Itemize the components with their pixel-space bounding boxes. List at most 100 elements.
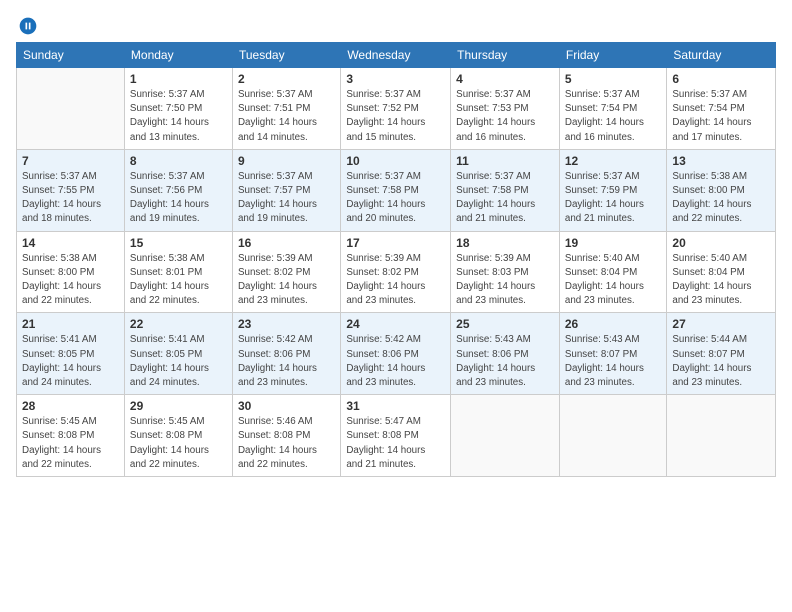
- day-number: 25: [456, 317, 554, 331]
- day-info: Sunrise: 5:45 AMSunset: 8:08 PMDaylight:…: [130, 415, 227, 472]
- calendar-week-row: 7 Sunrise: 5:37 AMSunset: 7:55 PMDaylight…: [17, 149, 776, 231]
- day-info: Sunrise: 5:38 AMSunset: 8:00 PMDaylight:…: [22, 252, 119, 309]
- col-header-thursday: Thursday: [451, 43, 560, 68]
- calendar-cell: 4 Sunrise: 5:37 AMSunset: 7:53 PMDaylight…: [451, 68, 560, 150]
- day-info: Sunrise: 5:37 AMSunset: 7:50 PMDaylight:…: [130, 88, 227, 145]
- day-number: 24: [346, 317, 445, 331]
- calendar-cell: 17 Sunrise: 5:39 AMSunset: 8:02 PMDayligh…: [341, 231, 451, 313]
- day-number: 6: [672, 72, 770, 86]
- day-number: 19: [565, 236, 662, 250]
- day-info: Sunrise: 5:40 AMSunset: 8:04 PMDaylight:…: [672, 252, 770, 309]
- calendar-cell: 30 Sunrise: 5:46 AMSunset: 8:08 PMDayligh…: [232, 395, 340, 477]
- day-info: Sunrise: 5:37 AMSunset: 7:58 PMDaylight:…: [456, 170, 554, 227]
- day-info: Sunrise: 5:43 AMSunset: 8:06 PMDaylight:…: [456, 333, 554, 390]
- day-info: Sunrise: 5:37 AMSunset: 7:53 PMDaylight:…: [456, 88, 554, 145]
- logo: [16, 16, 38, 36]
- day-info: Sunrise: 5:37 AMSunset: 7:58 PMDaylight:…: [346, 170, 445, 227]
- day-number: 31: [346, 399, 445, 413]
- day-info: Sunrise: 5:39 AMSunset: 8:02 PMDaylight:…: [346, 252, 445, 309]
- col-header-saturday: Saturday: [667, 43, 776, 68]
- calendar-cell: 23 Sunrise: 5:42 AMSunset: 8:06 PMDayligh…: [232, 313, 340, 395]
- day-info: Sunrise: 5:42 AMSunset: 8:06 PMDaylight:…: [346, 333, 445, 390]
- day-number: 8: [130, 154, 227, 168]
- day-number: 22: [130, 317, 227, 331]
- day-number: 9: [238, 154, 335, 168]
- calendar-cell: 12 Sunrise: 5:37 AMSunset: 7:59 PMDayligh…: [559, 149, 667, 231]
- day-info: Sunrise: 5:41 AMSunset: 8:05 PMDaylight:…: [130, 333, 227, 390]
- day-number: 28: [22, 399, 119, 413]
- calendar-cell: 15 Sunrise: 5:38 AMSunset: 8:01 PMDayligh…: [124, 231, 232, 313]
- day-info: Sunrise: 5:37 AMSunset: 7:51 PMDaylight:…: [238, 88, 335, 145]
- calendar-cell: 25 Sunrise: 5:43 AMSunset: 8:06 PMDayligh…: [451, 313, 560, 395]
- calendar-cell: 8Sunrise: 5:37 AMSunset: 7:56 PMDaylight…: [124, 149, 232, 231]
- calendar-cell: [451, 395, 560, 477]
- calendar-cell: 31Sunrise: 5:47 AMSunset: 8:08 PMDayligh…: [341, 395, 451, 477]
- day-number: 10: [346, 154, 445, 168]
- day-number: 20: [672, 236, 770, 250]
- day-number: 17: [346, 236, 445, 250]
- calendar-cell: 9 Sunrise: 5:37 AMSunset: 7:57 PMDaylight…: [232, 149, 340, 231]
- day-info: Sunrise: 5:46 AMSunset: 8:08 PMDaylight:…: [238, 415, 335, 472]
- calendar-cell: 24 Sunrise: 5:42 AMSunset: 8:06 PMDayligh…: [341, 313, 451, 395]
- day-number: 29: [130, 399, 227, 413]
- calendar-cell: 3 Sunrise: 5:37 AMSunset: 7:52 PMDaylight…: [341, 68, 451, 150]
- day-number: 3: [346, 72, 445, 86]
- calendar-cell: 10 Sunrise: 5:37 AMSunset: 7:58 PMDayligh…: [341, 149, 451, 231]
- header: [16, 12, 776, 36]
- calendar-week-row: 14 Sunrise: 5:38 AMSunset: 8:00 PMDayligh…: [17, 231, 776, 313]
- calendar-cell: 16 Sunrise: 5:39 AMSunset: 8:02 PMDayligh…: [232, 231, 340, 313]
- calendar-cell: [17, 68, 125, 150]
- logo-text: [16, 16, 38, 36]
- calendar-cell: 13Sunrise: 5:38 AMSunset: 8:00 PMDayligh…: [667, 149, 776, 231]
- logo-icon: [18, 16, 38, 36]
- calendar-cell: 27 Sunrise: 5:44 AMSunset: 8:07 PMDayligh…: [667, 313, 776, 395]
- day-number: 5: [565, 72, 662, 86]
- day-number: 30: [238, 399, 335, 413]
- col-header-wednesday: Wednesday: [341, 43, 451, 68]
- calendar-cell: 2 Sunrise: 5:37 AMSunset: 7:51 PMDaylight…: [232, 68, 340, 150]
- day-number: 2: [238, 72, 335, 86]
- day-info: Sunrise: 5:41 AMSunset: 8:05 PMDaylight:…: [22, 333, 119, 390]
- day-info: Sunrise: 5:37 AMSunset: 7:59 PMDaylight:…: [565, 170, 662, 227]
- calendar-cell: 22 Sunrise: 5:41 AMSunset: 8:05 PMDayligh…: [124, 313, 232, 395]
- calendar-week-row: 28 Sunrise: 5:45 AMSunset: 8:08 PMDayligh…: [17, 395, 776, 477]
- col-header-sunday: Sunday: [17, 43, 125, 68]
- day-info: Sunrise: 5:37 AMSunset: 7:54 PMDaylight:…: [672, 88, 770, 145]
- calendar-header-row: SundayMondayTuesdayWednesdayThursdayFrid…: [17, 43, 776, 68]
- day-number: 13: [672, 154, 770, 168]
- day-info: Sunrise: 5:37 AMSunset: 7:54 PMDaylight:…: [565, 88, 662, 145]
- day-number: 16: [238, 236, 335, 250]
- page-container: SundayMondayTuesdayWednesdayThursdayFrid…: [0, 0, 792, 485]
- calendar-week-row: 1 Sunrise: 5:37 AMSunset: 7:50 PMDaylight…: [17, 68, 776, 150]
- day-number: 14: [22, 236, 119, 250]
- day-info: Sunrise: 5:38 AMSunset: 8:01 PMDaylight:…: [130, 252, 227, 309]
- day-info: Sunrise: 5:44 AMSunset: 8:07 PMDaylight:…: [672, 333, 770, 390]
- calendar-cell: 20 Sunrise: 5:40 AMSunset: 8:04 PMDayligh…: [667, 231, 776, 313]
- day-info: Sunrise: 5:42 AMSunset: 8:06 PMDaylight:…: [238, 333, 335, 390]
- day-number: 7: [22, 154, 119, 168]
- calendar-cell: 18Sunrise: 5:39 AMSunset: 8:03 PMDayligh…: [451, 231, 560, 313]
- day-number: 1: [130, 72, 227, 86]
- day-number: 4: [456, 72, 554, 86]
- calendar-cell: 21 Sunrise: 5:41 AMSunset: 8:05 PMDayligh…: [17, 313, 125, 395]
- col-header-friday: Friday: [559, 43, 667, 68]
- day-number: 21: [22, 317, 119, 331]
- day-info: Sunrise: 5:37 AMSunset: 7:57 PMDaylight:…: [238, 170, 335, 227]
- calendar-cell: 14 Sunrise: 5:38 AMSunset: 8:00 PMDayligh…: [17, 231, 125, 313]
- day-number: 15: [130, 236, 227, 250]
- day-info: Sunrise: 5:39 AMSunset: 8:02 PMDaylight:…: [238, 252, 335, 309]
- day-info: Sunrise: 5:37 AMSunset: 7:55 PMDaylight:…: [22, 170, 119, 227]
- calendar-week-row: 21 Sunrise: 5:41 AMSunset: 8:05 PMDayligh…: [17, 313, 776, 395]
- calendar-cell: 7 Sunrise: 5:37 AMSunset: 7:55 PMDaylight…: [17, 149, 125, 231]
- calendar-cell: [559, 395, 667, 477]
- day-info: Sunrise: 5:43 AMSunset: 8:07 PMDaylight:…: [565, 333, 662, 390]
- calendar-cell: 28Sunrise: 5:45 AMSunset: 8:08 PMDayligh…: [17, 395, 125, 477]
- day-number: 23: [238, 317, 335, 331]
- day-number: 12: [565, 154, 662, 168]
- calendar-cell: [667, 395, 776, 477]
- day-info: Sunrise: 5:37 AMSunset: 7:52 PMDaylight:…: [346, 88, 445, 145]
- calendar-cell: 19Sunrise: 5:40 AMSunset: 8:04 PMDayligh…: [559, 231, 667, 313]
- col-header-monday: Monday: [124, 43, 232, 68]
- day-number: 27: [672, 317, 770, 331]
- day-number: 26: [565, 317, 662, 331]
